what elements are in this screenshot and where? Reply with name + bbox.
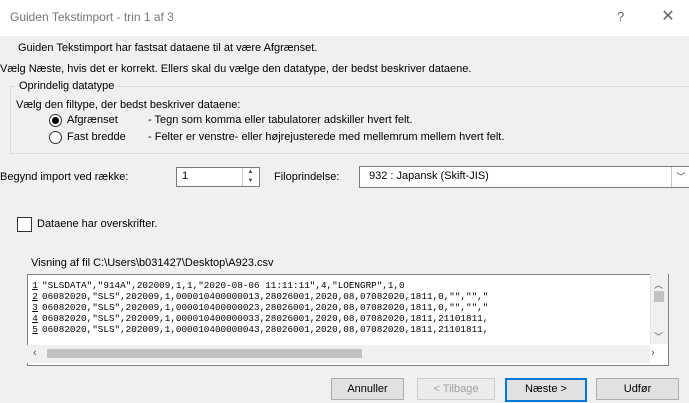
spin-up-icon[interactable]: ▲ bbox=[243, 168, 258, 177]
vertical-scroll-thumb[interactable] bbox=[654, 291, 664, 302]
scroll-up-icon[interactable]: ︿ bbox=[654, 278, 663, 291]
radio-fixed-width-description: - Felter er venstre- eller højrejustered… bbox=[148, 131, 505, 143]
headers-checkbox-label[interactable]: Dataene har overskrifter. bbox=[37, 218, 157, 230]
help-button[interactable]: ? bbox=[617, 9, 624, 24]
radio-delimited-label[interactable]: Afgrænset bbox=[67, 114, 118, 126]
row-text: 06082020,"SLS",202009,1,000010400000023,… bbox=[42, 302, 489, 313]
finish-button[interactable]: Udfør bbox=[596, 378, 679, 400]
row-number: 3 bbox=[32, 302, 38, 313]
radio-delimited[interactable] bbox=[49, 114, 62, 127]
scroll-left-icon[interactable]: ‹ bbox=[33, 347, 37, 359]
next-button[interactable]: Næste > bbox=[505, 378, 587, 402]
spin-down-icon[interactable]: ▼ bbox=[243, 177, 258, 186]
row-text: 06082020,"SLS",202009,1,000010400000043,… bbox=[42, 324, 489, 335]
row-text: "SLSDATA","914A",202009,1,1,"2020-08-06 … bbox=[42, 280, 405, 291]
scroll-right-icon[interactable]: › bbox=[651, 347, 655, 359]
intro-line-2: Vælg Næste, hvis det er korrekt. Ellers … bbox=[0, 63, 472, 75]
file-origin-value: 932 : Japansk (Skift-JIS) bbox=[369, 170, 489, 182]
headers-checkbox[interactable] bbox=[17, 217, 32, 232]
start-row-spinner[interactable]: ▲ ▼ bbox=[242, 168, 258, 186]
horizontal-scroll-thumb[interactable] bbox=[47, 349, 362, 358]
radio-fixed-width-label[interactable]: Fast bredde bbox=[67, 131, 126, 143]
row-number: 1 bbox=[32, 280, 38, 291]
row-number: 2 bbox=[32, 291, 38, 302]
chevron-down-icon[interactable]: ﹀ bbox=[671, 167, 689, 187]
datatype-legend: Oprindelig datatype bbox=[16, 80, 118, 92]
file-origin-label: Filoprindelse: bbox=[274, 171, 340, 183]
scroll-down-icon[interactable]: ﹀ bbox=[654, 330, 663, 343]
close-button[interactable]: ✕ bbox=[654, 5, 682, 29]
start-row-value: 1 bbox=[182, 170, 189, 182]
datatype-prompt: Vælg den filtype, der bedst beskriver da… bbox=[16, 99, 241, 111]
preview-label: Visning af fil C:\Users\b031427\Desktop\… bbox=[31, 257, 274, 269]
start-row-label: Begynd import ved række: bbox=[0, 171, 129, 183]
back-button[interactable]: < Tilbage bbox=[417, 378, 495, 400]
radio-fixed-width[interactable] bbox=[49, 131, 62, 144]
row-text: 06082020,"SLS",202009,1,000010400000033,… bbox=[42, 313, 489, 324]
intro-line-1: Guiden Tekstimport har fastsat dataene t… bbox=[18, 42, 318, 54]
window-title: Guiden Tekstimport - trin 1 af 3 bbox=[10, 10, 174, 24]
cancel-button[interactable]: Annuller bbox=[331, 378, 404, 400]
row-number: 4 bbox=[32, 313, 38, 324]
radio-delimited-description: - Tegn som komma eller tabulatorer adski… bbox=[148, 114, 413, 126]
row-number: 5 bbox=[32, 324, 38, 335]
file-origin-select[interactable]: 932 : Japansk (Skift-JIS) bbox=[359, 166, 689, 188]
title-bar: Guiden Tekstimport - trin 1 af 3 ? ✕ bbox=[0, 0, 689, 36]
row-text: 06082020,"SLS",202009,1,000010400000013,… bbox=[42, 291, 489, 302]
